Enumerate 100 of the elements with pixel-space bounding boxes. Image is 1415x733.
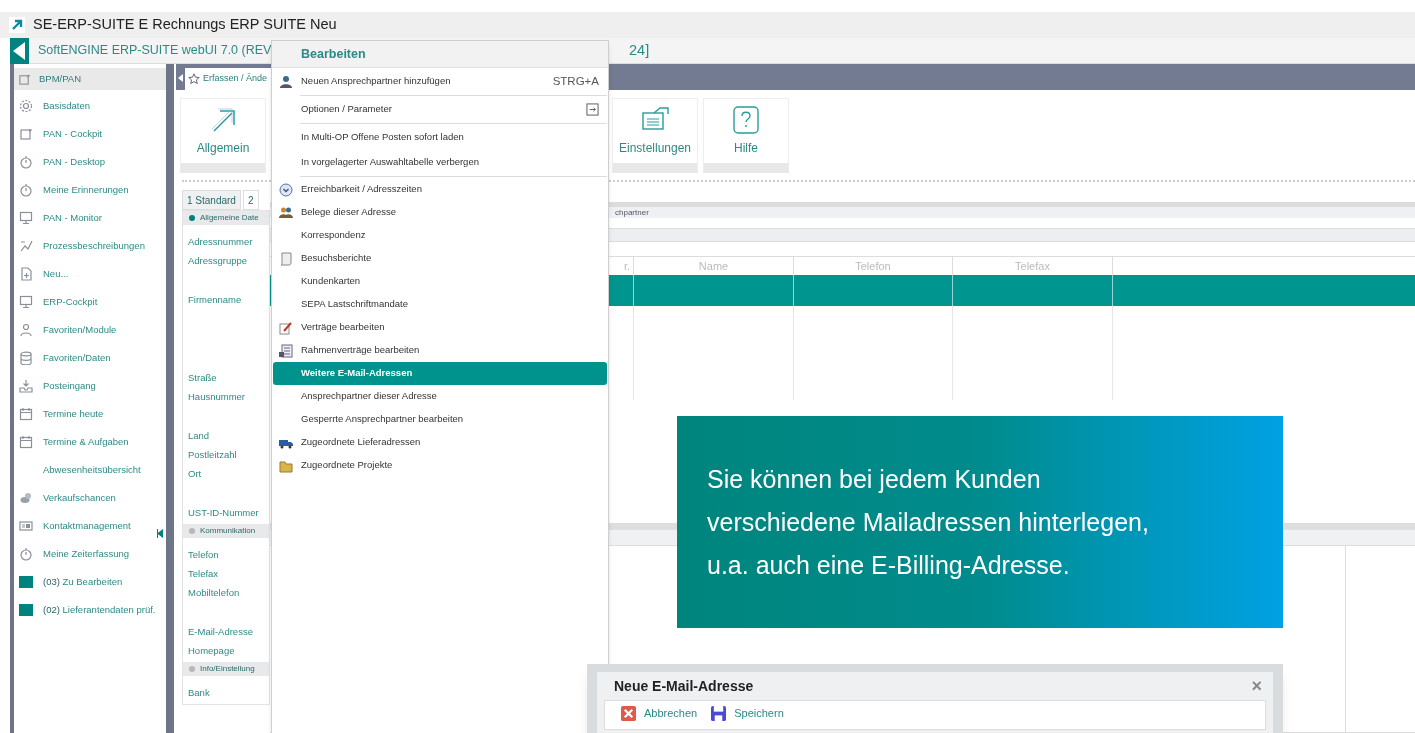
field-label: Telefon [188,549,219,560]
menu-item[interactable]: Neuen Ansprechpartner hinzufügen STRG+A [273,69,607,94]
field-label: Adressnummer [188,236,253,247]
sidebar-item[interactable]: Meine Erinnerungen [14,176,166,204]
menu-item[interactable]: Weitere E-Mail-Adressen [273,362,607,385]
folder-icon [279,458,293,473]
menu-item[interactable]: Optionen / Parameter [273,97,607,122]
sidebar-item[interactable]: Neu... [14,260,166,288]
toolbar-button[interactable]: Allgemein [180,98,266,173]
sidebar-item[interactable]: ERP-Cockpit [14,288,166,316]
tab[interactable]: 2 [242,190,259,210]
field-label: Hausnummer [188,391,246,402]
chevron-circle-icon [279,182,293,197]
gear-icon [19,99,33,113]
toolbar-button[interactable]: Abbrechen [621,705,698,721]
collapse-arrow-icon[interactable] [157,529,164,538]
menu-item[interactable]: Erreichbarkeit / Adresszeiten [273,178,607,201]
app-title-end: 24] [629,40,650,60]
inbox-icon [19,379,33,393]
cancel-icon [621,705,636,721]
field-label: Bank [188,687,210,698]
sidebar-item[interactable]: (02) Lieferantendaten prüf. [14,596,166,624]
database-icon [19,351,33,365]
menu-item[interactable]: In Multi-OP Offene Posten sofort laden [273,125,607,150]
sidebar-item[interactable]: Prozessbeschreibungen [14,232,166,260]
square-icon [19,575,33,589]
flow-icon [19,239,33,253]
field-label: Land [188,430,210,441]
square-icon [19,603,33,617]
section-header[interactable]: Allgemeine Date [183,211,269,225]
menu-item[interactable]: SEPA Lastschriftmandate [273,293,607,316]
toolbar-button[interactable]: Einstellungen [612,98,698,173]
back-button[interactable] [10,37,29,64]
sidebar-item[interactable]: PAN - Desktop [14,148,166,176]
sidebar-title: BPM/PAN [39,71,82,86]
field-label: Straße [188,372,217,383]
person-icon [279,74,293,89]
toolbar-button[interactable]: Speichern [711,705,784,721]
stopwatch-icon [19,155,33,169]
star-icon [188,73,200,85]
window-title: SE-ERP-SUITE E Rechnungs ERP SUITE Neu [33,15,337,35]
tab[interactable]: 1 Standard [182,190,241,210]
calendar-icon [19,435,33,449]
frame-icon [19,127,33,141]
menu-item[interactable]: Gesperrte Ansprechpartner bearbeiten [273,408,607,431]
dialog-title: Neue E-Mail-Adresse [614,676,755,696]
section-header[interactable]: Kommunikation [183,524,269,538]
monitor-icon [19,295,33,309]
sidebar-item[interactable]: Termine & Aufgaben [14,428,166,456]
frame-icon [18,72,31,86]
menu-item[interactable]: Korrespondenz [273,224,607,247]
calendar-icon [19,407,33,421]
sidebar-item[interactable]: PAN - Cockpit [14,120,166,148]
card-icon [19,519,33,533]
field-label: Homepage [188,645,235,656]
sidebar-item[interactable]: Kontaktmanagement [14,512,166,540]
document-icon [279,343,293,358]
scroll-icon [279,251,293,266]
help-icon [731,105,761,135]
field-label: Postleitzahl [188,449,237,460]
menu-item[interactable]: Zugeordnete Lieferadressen [273,431,607,454]
coins-icon [19,491,33,505]
person-icon [19,323,33,337]
submenu-icon [586,103,599,116]
stopwatch-icon [19,547,33,561]
menu-title: Bearbeiten [301,45,366,63]
menu-item[interactable]: Ansprechpartner dieser Adresse [273,385,607,408]
panel-title: chpartner [615,206,649,219]
sidebar-item[interactable]: PAN - Monitor [14,204,166,232]
section-header[interactable]: Info/Einstellung [183,662,269,676]
collapse-arrow-icon[interactable] [178,74,183,82]
app-logo-icon [9,17,25,33]
people-icon [279,205,293,220]
sidebar-item[interactable]: Verkaufschancen [14,484,166,512]
field-label: Firmenname [188,294,242,305]
app-title: SoftENGINE ERP-SUITE webUI 7.0 (REV [38,42,272,60]
menu-item[interactable]: Belege dieser Adresse [273,201,607,224]
sidebar-item[interactable]: Posteingang [14,372,166,400]
back-arrow-icon [13,41,26,60]
save-icon [711,705,727,721]
sidebar-item[interactable]: Favoriten/Daten [14,344,166,372]
menu-item[interactable]: Verträge bearbeiten [273,316,607,339]
field-label: Ort [188,468,202,479]
callout-text: Sie können bei jedem Kunden verschiedene Mailadressen hinterlegen, u.a. auch eine E-Billing-Adresse. [707,463,1150,581]
toolbar-button[interactable]: Hilfe [703,98,789,173]
document-plus-icon [19,267,33,281]
menu-item[interactable]: Zugeordnete Projekte [273,454,607,477]
menu-item[interactable]: Rahmenverträge bearbeiten [273,339,607,362]
field-label: UST-ID-Nummer [188,507,259,518]
sidebar-item[interactable]: Favoriten/Module [14,316,166,344]
sidebar-item[interactable]: Meine Zeiterfassung [14,540,166,568]
sidebar-item[interactable]: (03) Zu Bearbeiten [14,568,166,596]
pencil-document-icon [279,320,293,335]
sidebar-item[interactable]: Termine heute [14,400,166,428]
field-label: E-Mail-Adresse [188,626,253,637]
sidebar-item[interactable]: Abwesenheitsübersicht [14,456,166,484]
close-button[interactable]: × [1251,677,1266,695]
sidebar-item[interactable]: Basisdaten [14,92,166,120]
menu-item[interactable]: In vorgelagerter Auswahltabelle verbergen [273,150,607,175]
field-label: Mobiltelefon [188,587,240,598]
